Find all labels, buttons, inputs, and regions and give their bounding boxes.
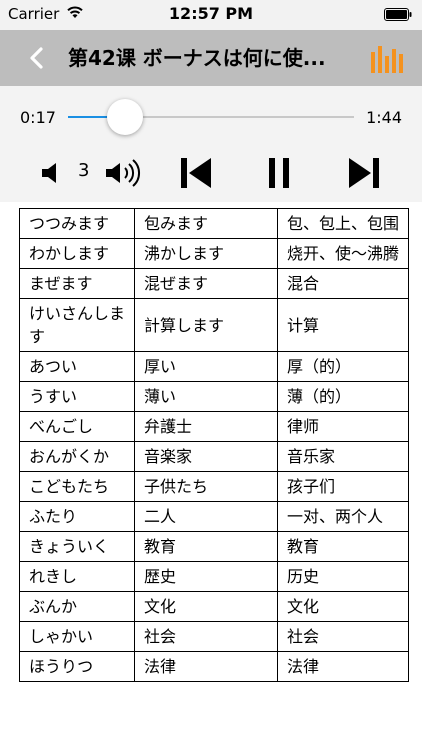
- kana-cell: つつみます: [19, 208, 135, 239]
- meaning-cell: 孩子们: [277, 471, 409, 502]
- table-row: しゃかい 社会 社会: [19, 621, 409, 652]
- kana-cell: あつい: [19, 351, 135, 382]
- vocab-table: つつみます 包みます 包、包上、包围 わかします 沸かします 烧开、使～沸腾 まぜます 混ぜま…: [19, 208, 409, 682]
- kana-cell: ほうりつ: [19, 651, 135, 682]
- kana-cell: まぜます: [19, 268, 135, 299]
- kana-cell: わかします: [19, 238, 135, 269]
- table-row: おんがくか 音楽家 音乐家: [19, 441, 409, 472]
- progress-slider[interactable]: [68, 99, 354, 135]
- kanji-cell: 法律: [134, 651, 278, 682]
- current-time: 0:17: [20, 108, 56, 127]
- kanji-cell: 沸かします: [134, 238, 278, 269]
- meaning-cell: 社会: [277, 621, 409, 652]
- meaning-cell: 教育: [277, 531, 409, 562]
- meaning-cell: 厚（的）: [277, 351, 409, 382]
- table-row: ほうりつ 法律 法律: [19, 651, 409, 682]
- volume-up-icon[interactable]: [104, 156, 144, 190]
- meaning-cell: 律师: [277, 411, 409, 442]
- kanji-cell: 文化: [134, 591, 278, 622]
- meaning-cell: 混合: [277, 268, 409, 299]
- meaning-cell: 音乐家: [277, 441, 409, 472]
- page-title: 第42课 ボーナスは何に使...: [68, 46, 326, 70]
- meaning-cell: 计算: [277, 298, 409, 352]
- battery-icon: [384, 8, 412, 21]
- table-row: つつみます 包みます 包、包上、包围: [19, 208, 409, 239]
- kanji-cell: 厚い: [134, 351, 278, 382]
- kanji-cell: 弁護士: [134, 411, 278, 442]
- kana-cell: しゃかい: [19, 621, 135, 652]
- meaning-cell: 文化: [277, 591, 409, 622]
- pause-icon[interactable]: [266, 156, 292, 190]
- table-row: ぶんか 文化 文化: [19, 591, 409, 622]
- table-row: こどもたち 子供たち 孩子们: [19, 471, 409, 502]
- table-row: わかします 沸かします 烧开、使～沸腾: [19, 238, 409, 269]
- table-row: れきし 歴史 历史: [19, 561, 409, 592]
- kanji-cell: 薄い: [134, 381, 278, 412]
- nav-bar: 第42课 ボーナスは何に使...: [0, 30, 422, 86]
- kanji-cell: 教育: [134, 531, 278, 562]
- next-track-icon[interactable]: [346, 156, 382, 190]
- audio-bars-icon[interactable]: [370, 42, 404, 74]
- duration: 1:44: [366, 108, 402, 127]
- kana-cell: ぶんか: [19, 591, 135, 622]
- previous-track-icon[interactable]: [178, 156, 214, 190]
- table-row: きょういく 教育 教育: [19, 531, 409, 562]
- table-row: うすい 薄い 薄（的）: [19, 381, 409, 412]
- kana-cell: べんごし: [19, 411, 135, 442]
- kana-cell: おんがくか: [19, 441, 135, 472]
- kanji-cell: 二人: [134, 501, 278, 532]
- kana-cell: けいさんします: [19, 298, 135, 352]
- clock: 12:57 PM: [168, 4, 254, 23]
- kana-cell: ふたり: [19, 501, 135, 532]
- meaning-cell: 法律: [277, 651, 409, 682]
- kana-cell: れきし: [19, 561, 135, 592]
- meaning-cell: 一对、两个人: [277, 501, 409, 532]
- kanji-cell: 混ぜます: [134, 268, 278, 299]
- status-bar: Carrier 12:57 PM: [0, 0, 422, 30]
- table-row: べんごし 弁護士 律师: [19, 411, 409, 442]
- kana-cell: うすい: [19, 381, 135, 412]
- kanji-cell: 社会: [134, 621, 278, 652]
- kanji-cell: 包みます: [134, 208, 278, 239]
- volume-level: 3: [78, 160, 90, 181]
- meaning-cell: 包、包上、包围: [277, 208, 409, 239]
- table-row: まぜます 混ぜます 混合: [19, 268, 409, 299]
- kana-cell: きょういく: [19, 531, 135, 562]
- meaning-cell: 薄（的）: [277, 381, 409, 412]
- meaning-cell: 历史: [277, 561, 409, 592]
- back-icon[interactable]: [26, 44, 48, 72]
- kanji-cell: 音楽家: [134, 441, 278, 472]
- kanji-cell: 歴史: [134, 561, 278, 592]
- meaning-cell: 烧开、使～沸腾: [277, 238, 409, 269]
- kanji-cell: 子供たち: [134, 471, 278, 502]
- kanji-cell: 計算します: [134, 298, 278, 352]
- table-row: ふたり 二人 一对、两个人: [19, 501, 409, 532]
- audio-player: 0:17 1:44 3: [0, 86, 422, 202]
- volume-down-icon[interactable]: [40, 160, 64, 186]
- table-row: けいさんします 計算します 计算: [19, 298, 409, 352]
- progress-knob[interactable]: [107, 99, 144, 135]
- kana-cell: こどもたち: [19, 471, 135, 502]
- table-row: あつい 厚い 厚（的）: [19, 351, 409, 382]
